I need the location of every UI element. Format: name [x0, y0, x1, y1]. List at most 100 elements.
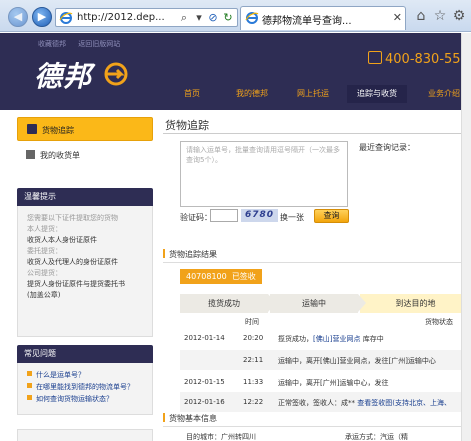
section-marker	[163, 413, 165, 422]
captcha-image[interactable]: 6780	[241, 209, 278, 222]
progress-steps: 揽货成功 运输中 到达目的地	[180, 294, 471, 313]
browser-toolbar: ◀ ▶ http://2012.dep... ⌕ ▾ ⊘ ↻ 德邦物流单号查询.…	[0, 0, 471, 32]
page: { "browser": { "url": "http://2012.dep..…	[0, 0, 471, 441]
address-bar[interactable]: http://2012.dep... ⌕ ▾ ⊘ ↻	[55, 8, 238, 27]
favorite-link[interactable]: 收藏德邦	[38, 40, 66, 48]
row-status: 正常签收，签收人：成** 查看签收图(支持北京、上海、	[278, 399, 451, 407]
row-time: 11:33	[243, 378, 264, 386]
col-status-header: 货物状态	[425, 318, 453, 326]
home-icon[interactable]: ⌂	[413, 8, 429, 24]
logo[interactable]: 德邦	[34, 55, 92, 95]
page-title: 货物追踪	[165, 119, 209, 132]
row-date: 2012-01-14	[184, 334, 225, 342]
dest-city: 目的城市：广州转四川	[186, 433, 256, 441]
sidebar-item-track[interactable]: 货物追踪	[17, 117, 153, 141]
top-links: 收藏德邦 返回旧版网站	[38, 39, 130, 49]
step-arrived: 到达目的地	[360, 294, 471, 313]
table-row: 2012-01-14 20:20 揽货成功，[佛山]营业网点 库存中	[180, 328, 471, 348]
tip-line: 委托提货：	[27, 247, 62, 255]
signature-link[interactable]: 查看签收图(支持北京、上海、	[357, 399, 451, 407]
refresh-icon[interactable]: ↻	[221, 11, 235, 25]
site-header: 收藏德邦 返回旧版网站 德邦 400-830-555 首页 我的德邦 网上托运 …	[0, 33, 471, 110]
nav-online-ship[interactable]: 网上托运	[287, 85, 339, 103]
ie-icon	[59, 12, 73, 24]
bullet-icon	[27, 395, 32, 400]
nav-tracking[interactable]: 追踪与收货	[347, 85, 407, 103]
query-button[interactable]: 查询	[314, 209, 349, 223]
nav-home[interactable]: 首页	[172, 85, 212, 103]
row-status: 运输中，离开[佛山]营业网点，发往[广州]运输中心	[278, 357, 436, 365]
basic-info-title: 货物基本信息	[163, 413, 217, 424]
tips-title: 温馨提示	[17, 188, 153, 206]
recent-queries-label: 最近查询记录：	[359, 143, 415, 152]
logo-mark-icon	[104, 62, 128, 86]
page-scrollbar[interactable]	[461, 33, 471, 441]
tab-ie-icon	[245, 12, 259, 24]
captcha-label: 验证码：	[180, 213, 212, 222]
faq-link[interactable]: 什么是运单号？	[18, 369, 152, 381]
bullet-icon	[27, 383, 32, 388]
table-row: 22:11 运输中，离开[佛山]营业网点，发往[广州]运输中心	[180, 350, 471, 370]
row-status: 揽货成功，[佛山]营业网点 库存中	[278, 335, 384, 343]
tip-line: 公司提货：	[27, 269, 62, 277]
sidebar-extra-panel	[17, 429, 153, 441]
title-divider	[163, 133, 471, 134]
tips-panel: 您需要以下证件提取您的货物 本人提货： 收货人本人身份证原件 委托提货： 收货人…	[17, 206, 153, 337]
track-icon	[27, 124, 37, 134]
row-date: 2012-01-16	[184, 398, 225, 406]
captcha-input[interactable]	[210, 209, 238, 222]
table-row: 2012-01-16 12:22 正常签收，签收人：成** 查看签收图(支持北京…	[180, 392, 471, 412]
row-time: 22:11	[243, 356, 264, 364]
sidebar-item-label: 我的收货单	[40, 151, 80, 160]
section-marker	[163, 249, 165, 258]
sidebar-item-label: 货物追踪	[42, 126, 74, 135]
outlet-link[interactable]: [佛山]营业网点	[313, 335, 360, 343]
hotline-number: 400-830-555	[385, 52, 469, 67]
old-site-link[interactable]: 返回旧版网站	[78, 40, 120, 48]
result-divider	[163, 262, 471, 263]
sidebar-item-receipts[interactable]: 我的收货单	[26, 150, 80, 161]
basic-divider	[163, 426, 471, 427]
step-picked: 揽货成功	[180, 294, 276, 313]
forward-button[interactable]: ▶	[32, 7, 52, 27]
tip-line: 本人提货：	[27, 225, 62, 233]
waybill-badge[interactable]: 40708100 已签收	[180, 269, 262, 284]
close-tab-icon[interactable]: ✕	[393, 11, 402, 24]
tip-line: 收货人及代理人的身份证原件	[27, 258, 118, 266]
captcha-refresh-link[interactable]: 换一张	[280, 212, 304, 223]
waybill-number: 40708100	[186, 272, 227, 281]
tip-line: 提货人身份证原件与提货委托书	[27, 280, 125, 288]
stop-icon[interactable]: ⊘	[206, 11, 220, 25]
ship-mode: 承运方式：汽运（精	[345, 433, 408, 441]
faq-panel: 什么是运单号？ 在哪里能找到德邦的物流单号？ 如何查询货物运输状态？	[17, 363, 153, 415]
hotline: 400-830-555	[368, 51, 469, 67]
bullet-icon	[27, 371, 32, 376]
receipt-icon	[26, 150, 35, 159]
row-date: 2012-01-15	[184, 378, 225, 386]
search-icon[interactable]: ⌕	[177, 11, 191, 25]
faq-link[interactable]: 如何查询货物运输状态？	[18, 393, 152, 405]
nav-my-debang[interactable]: 我的德邦	[227, 85, 277, 103]
compat-icon[interactable]: ▾	[192, 11, 206, 25]
row-status: 运输中，离开[广州]运输中心，发往	[278, 379, 389, 387]
browser-tab[interactable]: 德邦物流单号查询... ✕	[240, 6, 406, 30]
tip-line: 您需要以下证件提取您的货物	[27, 214, 118, 222]
phone-icon	[368, 51, 382, 64]
tab-title: 德邦物流单号查询...	[262, 16, 352, 27]
result-title: 货物追踪结果	[163, 249, 217, 260]
tip-line: (加盖公章)	[27, 291, 61, 299]
step-transit: 运输中	[270, 294, 366, 313]
faq-title: 常见问题	[17, 345, 153, 363]
url-text: http://2012.dep...	[77, 12, 165, 23]
table-row: 2012-01-15 11:33 运输中，离开[广州]运输中心，发往	[180, 372, 471, 392]
back-button[interactable]: ◀	[8, 7, 28, 27]
star-icon[interactable]: ☆	[432, 8, 448, 24]
waybill-input[interactable]: 请输入运单号，批量查询请用逗号隔开（一次最多查询5个）。	[180, 141, 348, 207]
faq-link[interactable]: 在哪里能找到德邦的物流单号？	[18, 381, 152, 393]
gear-icon[interactable]: ⚙	[451, 8, 467, 24]
waybill-status: 已签收	[231, 272, 256, 281]
tip-line: 收货人本人身份证原件	[27, 236, 97, 244]
row-time: 20:20	[243, 334, 264, 342]
row-time: 12:22	[243, 398, 264, 406]
col-time-header: 时间	[245, 318, 259, 326]
